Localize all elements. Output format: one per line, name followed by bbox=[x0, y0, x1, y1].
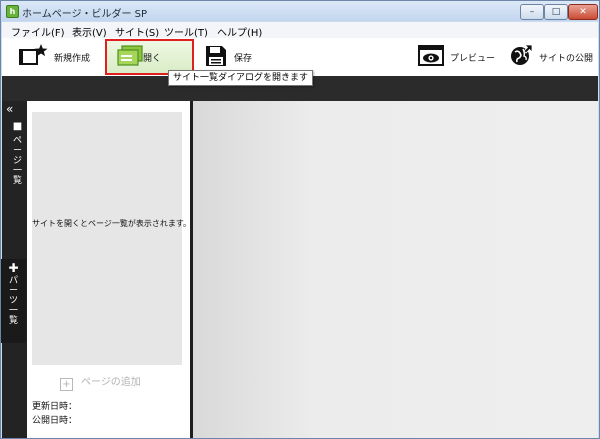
preview-button-label: プレビュー bbox=[450, 54, 496, 64]
save-icon bbox=[206, 46, 226, 66]
globe-publish-icon bbox=[511, 44, 533, 65]
window-title: ホームページ・ビルダー SP bbox=[22, 9, 148, 20]
tab-parts-list-char: 覧 bbox=[8, 316, 18, 326]
tab-parts-list-char: ー bbox=[8, 286, 18, 296]
publish-button-label: サイトの公開 bbox=[539, 54, 594, 64]
close-icon: ✕ bbox=[579, 7, 587, 17]
add-page-label: ページの追加 bbox=[81, 377, 141, 388]
tab-parts-list-char: 一 bbox=[8, 306, 18, 316]
parts-list-tab-icon: ✚ bbox=[8, 261, 19, 275]
page-list-area[interactable] bbox=[32, 112, 182, 365]
publish-button[interactable]: サイトの公開 bbox=[507, 40, 595, 74]
page-list-empty-message: サイトを開くとページ一覧が表示されます。 bbox=[32, 219, 192, 228]
maximize-icon: □ bbox=[551, 7, 561, 17]
minimize-button[interactable]: – bbox=[520, 4, 544, 20]
menu-tools[interactable]: ツール(T) bbox=[164, 24, 208, 39]
close-button[interactable]: ✕ bbox=[568, 4, 598, 20]
new-button[interactable]: 新規作成 bbox=[16, 40, 98, 74]
menu-site[interactable]: サイト(S) bbox=[115, 24, 159, 39]
menu-file[interactable]: ファイル(F) bbox=[11, 24, 65, 39]
tab-parts-list-char: パ bbox=[8, 276, 18, 286]
menu-view[interactable]: 表示(V) bbox=[72, 24, 107, 39]
app-logo-icon: h bbox=[6, 5, 19, 18]
add-page-button[interactable]: + ページの追加 bbox=[60, 373, 141, 391]
plus-icon: + bbox=[60, 378, 73, 391]
editor-canvas[interactable] bbox=[193, 101, 598, 438]
open-site-icon bbox=[117, 45, 143, 66]
new-page-icon bbox=[19, 44, 48, 65]
collapse-panel-icon[interactable]: « bbox=[6, 102, 13, 116]
app-window: h ホームページ・ビルダー SP – □ ✕ ファイル(F) 表示(V) サイト… bbox=[0, 0, 600, 439]
minimize-icon: – bbox=[529, 7, 535, 17]
new-button-label: 新規作成 bbox=[54, 54, 91, 64]
save-button-label: 保存 bbox=[234, 54, 253, 64]
published-datetime-label: 公開日時： bbox=[32, 416, 78, 426]
maximize-button[interactable]: □ bbox=[544, 4, 568, 20]
menu-help[interactable]: ヘルプ(H) bbox=[217, 24, 262, 39]
updated-datetime-label: 更新日時： bbox=[32, 402, 78, 412]
open-button-label: 開く bbox=[143, 54, 162, 64]
menu-bar: ファイル(F) 表示(V) サイト(S) ツール(T) ヘルプ(H) bbox=[2, 22, 598, 39]
save-button[interactable]: 保存 bbox=[202, 40, 262, 74]
preview-button[interactable]: プレビュー bbox=[416, 40, 495, 74]
title-bar[interactable]: h ホームページ・ビルダー SP – □ ✕ bbox=[1, 1, 599, 21]
tab-parts-list[interactable]: ✚ パ ー ツ 一 覧 bbox=[1, 259, 26, 343]
tab-parts-list-char: ツ bbox=[8, 296, 18, 306]
preview-eye-icon bbox=[418, 45, 444, 66]
open-button-tooltip: サイト一覧ダイアログを開きます bbox=[168, 70, 314, 86]
